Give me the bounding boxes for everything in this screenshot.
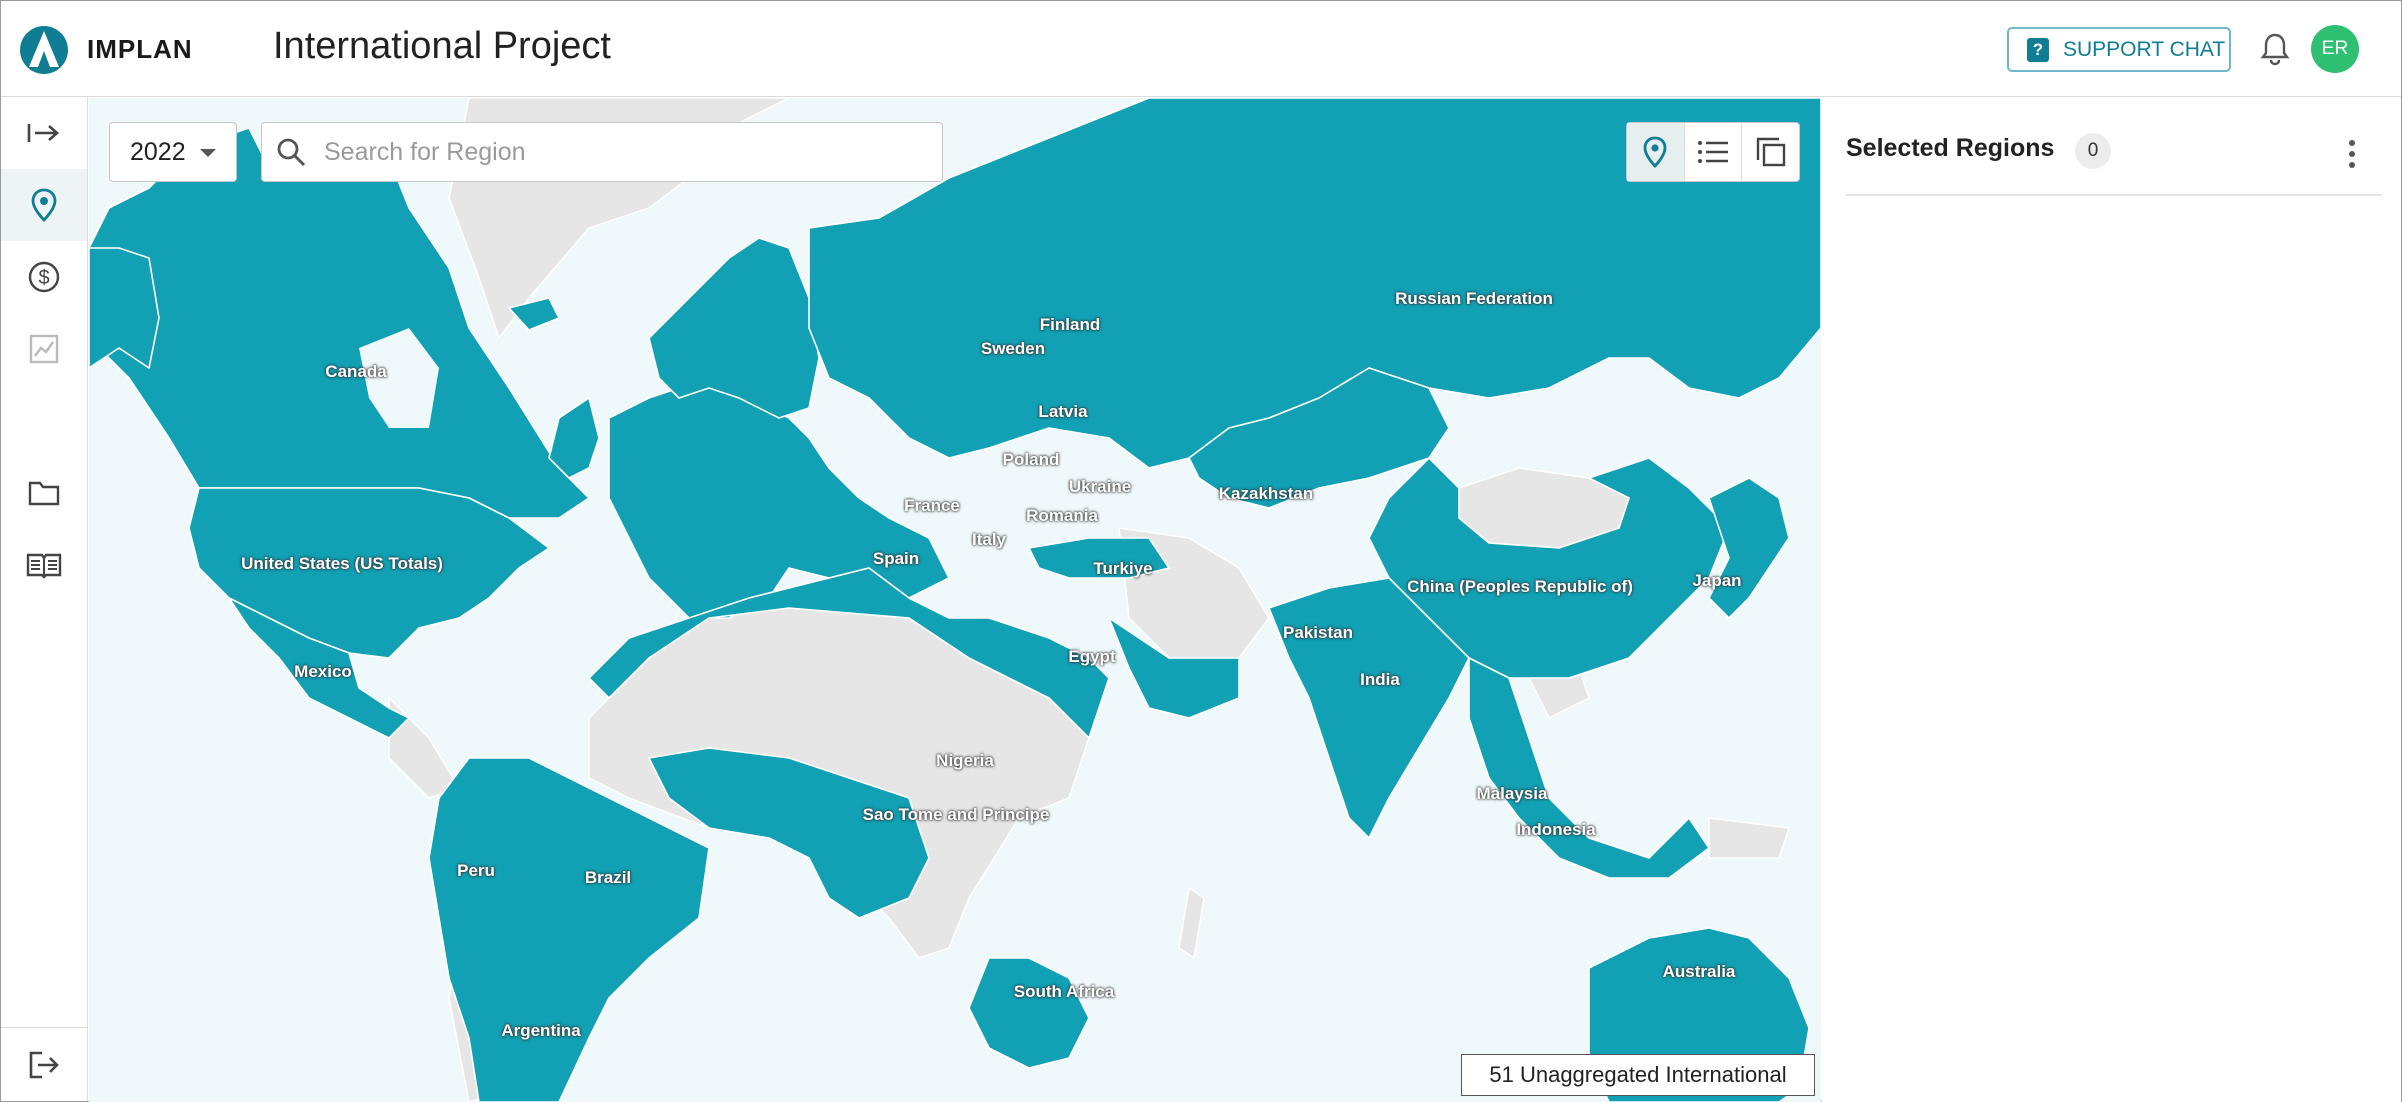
app-window: IMPLAN International Project ? SUPPORT C…: [0, 0, 2402, 1102]
support-chat-button[interactable]: ? SUPPORT CHAT: [2007, 27, 2231, 72]
region-scandinavia: [648, 237, 820, 419]
map-pin-icon: [1643, 136, 1667, 168]
region-se-asia: [1468, 657, 1710, 879]
region-uk: [548, 397, 600, 479]
page-title: International Project: [273, 25, 611, 67]
map-view-button[interactable]: [1627, 123, 1685, 181]
label-sweden: Sweden: [980, 339, 1046, 358]
world-map[interactable]: Canada United States (US Totals) Mexico …: [89, 98, 1821, 1102]
caret-down-icon: [200, 149, 216, 157]
year-value: 2022: [130, 137, 186, 166]
sidebar-expand-button[interactable]: [1, 97, 87, 169]
label-indonesia: Indonesia: [1516, 820, 1596, 839]
label-india: India: [1360, 670, 1400, 689]
panel-divider: [1846, 194, 2382, 196]
map-pin-icon: [31, 188, 57, 222]
help-icon: ?: [2027, 37, 2049, 62]
label-argentina: Argentina: [501, 1021, 581, 1040]
bell-icon[interactable]: [2259, 31, 2291, 67]
label-japan: Japan: [1692, 571, 1742, 590]
label-kazakhstan: Kazakhstan: [1218, 484, 1314, 503]
label-spain: Spain: [872, 549, 920, 568]
label-canada: Canada: [325, 362, 387, 381]
label-egypt: Egypt: [1068, 647, 1116, 666]
sidebar-item-regions[interactable]: [1, 169, 87, 241]
sidebar-item-results: [1, 313, 87, 385]
label-nigeria: Nigeria: [936, 751, 994, 770]
dollar-icon: $: [28, 261, 60, 293]
brand-name: IMPLAN: [87, 34, 193, 64]
svg-text:$: $: [38, 267, 49, 289]
world-map-shapes[interactable]: [89, 98, 1821, 1102]
region-alaska: [89, 247, 160, 369]
label-romania: Romania: [1026, 506, 1098, 525]
label-finland: Finland: [1039, 315, 1101, 334]
label-turkiye: Turkiye: [1093, 559, 1153, 578]
year-select[interactable]: 2022: [109, 122, 237, 182]
label-usa: United States (US Totals): [241, 554, 443, 573]
label-ukraine: Ukraine: [1068, 477, 1132, 496]
copy-icon: [1756, 137, 1785, 167]
region-south-africa: [968, 957, 1090, 1069]
combine-view-button[interactable]: [1742, 123, 1799, 181]
list-icon: [1698, 141, 1728, 163]
sidebar-item-projects[interactable]: [1, 457, 87, 529]
sidebar-item-guide[interactable]: [1, 529, 87, 601]
top-header: IMPLAN International Project ? SUPPORT C…: [1, 1, 2401, 97]
user-avatar[interactable]: ER: [2311, 25, 2359, 73]
expand-arrow-icon: [27, 124, 59, 142]
unaggregated-count-badge: 51 Unaggregated International: [1461, 1054, 1815, 1096]
sidebar-item-impacts[interactable]: $: [1, 241, 87, 313]
region-madagascar-grey: [1178, 886, 1205, 960]
label-brazil: Brazil: [584, 868, 632, 887]
label-saotome: Sao Tome and Principe: [862, 805, 1050, 824]
label-france: France: [904, 496, 960, 515]
sidebar: $: [1, 97, 88, 1101]
label-australia: Australia: [1662, 962, 1736, 981]
label-pakistan: Pakistan: [1283, 623, 1353, 642]
label-malaysia: Malaysia: [1476, 784, 1548, 803]
selected-regions-count: 0: [2075, 133, 2111, 169]
label-italy: Italy: [971, 530, 1007, 549]
label-mexico: Mexico: [294, 662, 352, 681]
support-chat-label: SUPPORT CHAT: [2063, 37, 2226, 61]
selected-regions-title: Selected Regions: [1846, 134, 2055, 162]
region-search[interactable]: [261, 122, 943, 182]
label-south-africa: South Africa: [1013, 982, 1115, 1001]
search-input[interactable]: [324, 137, 924, 167]
selected-regions-panel: Selected Regions 0: [1822, 98, 2401, 1102]
folder-icon: [28, 481, 60, 506]
list-view-button[interactable]: [1685, 123, 1743, 181]
label-peru: Peru: [457, 861, 495, 880]
implan-logo-icon[interactable]: [19, 25, 69, 75]
sidebar-logout-button[interactable]: [1, 1027, 87, 1101]
chart-icon: [29, 334, 59, 364]
book-icon: [26, 553, 62, 579]
label-latvia: Latvia: [1038, 402, 1088, 421]
label-poland: Poland: [1002, 450, 1060, 469]
view-toggle-group: [1626, 122, 1800, 182]
search-icon: [277, 138, 306, 167]
label-russia: Russian Federation: [1395, 289, 1553, 308]
more-options-icon[interactable]: [2342, 138, 2362, 170]
label-china: China (Peoples Republic of): [1407, 577, 1633, 596]
logout-icon: [29, 1051, 59, 1078]
region-png-grey: [1708, 817, 1791, 859]
